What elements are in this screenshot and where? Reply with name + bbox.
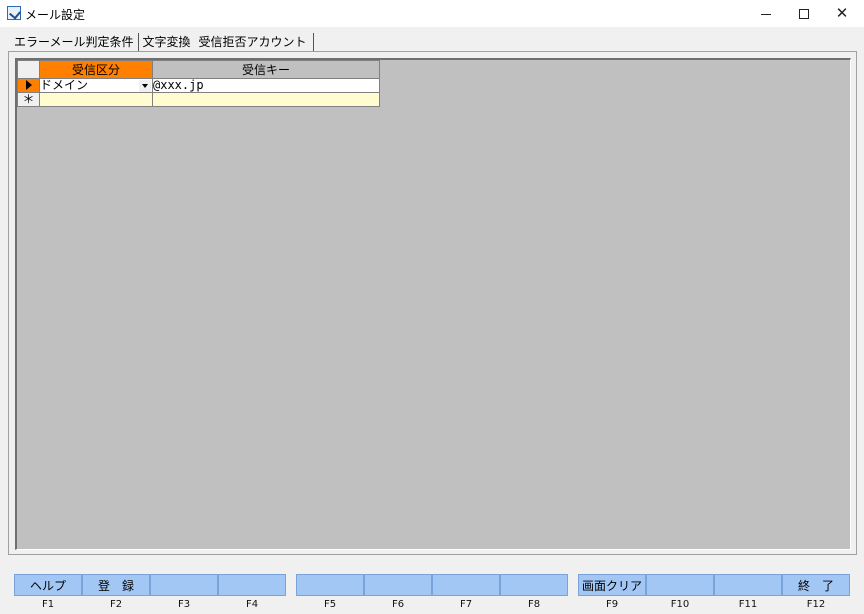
f11-button[interactable] xyxy=(714,574,782,596)
fkey-f4: F4 xyxy=(218,574,286,610)
fkey-f11: F11 xyxy=(714,574,782,610)
fkey-label: F3 xyxy=(177,599,191,610)
fkey-label: F2 xyxy=(109,599,123,610)
clear-screen-button[interactable]: 画面クリア xyxy=(578,574,646,596)
tab-panel: 受信区分 受信キー ドメイン @xxx.jp ＊ xyxy=(8,51,857,555)
new-key-cell[interactable] xyxy=(152,92,380,107)
table-row: ドメイン @xxx.jp xyxy=(17,78,380,93)
f6-button[interactable] xyxy=(364,574,432,596)
kubun-combo[interactable]: ドメイン xyxy=(39,78,153,93)
f5-button[interactable] xyxy=(296,574,364,596)
fkey-label: F7 xyxy=(459,599,473,610)
fkey-f10: F10 xyxy=(646,574,714,610)
window-title: メール設定 xyxy=(25,8,86,22)
f3-button[interactable] xyxy=(150,574,218,596)
row-selector-current[interactable] xyxy=(17,78,40,93)
fkey-f12: 終 了 F12 xyxy=(782,574,850,610)
column-header-key[interactable]: 受信キー xyxy=(152,60,380,79)
fkey-f8: F8 xyxy=(500,574,568,610)
rejected-accounts-grid: 受信区分 受信キー ドメイン @xxx.jp ＊ xyxy=(17,60,380,107)
maximize-button[interactable] xyxy=(785,0,823,27)
grid-corner[interactable] xyxy=(17,60,40,79)
close-icon: ✕ xyxy=(835,4,849,22)
f7-button[interactable] xyxy=(432,574,500,596)
f10-button[interactable] xyxy=(646,574,714,596)
dropdown-button[interactable] xyxy=(139,80,151,92)
new-kubun-cell[interactable] xyxy=(39,92,153,107)
minimize-button[interactable] xyxy=(747,0,785,27)
fkey-label: F1 xyxy=(41,599,55,610)
fkey-f7: F7 xyxy=(432,574,500,610)
tab-rejected-accounts[interactable]: 受信拒否アカウント xyxy=(195,33,314,51)
tab-strip: エラーメール判定条件 文字変換 受信拒否アカウント xyxy=(10,33,314,51)
fkey-f3: F3 xyxy=(150,574,218,610)
tab-error-mail-conditions[interactable]: エラーメール判定条件 xyxy=(10,33,139,51)
fkey-label: F10 xyxy=(670,599,690,610)
register-button[interactable]: 登 録 xyxy=(82,574,150,596)
fkey-label: F6 xyxy=(391,599,405,610)
maximize-icon xyxy=(799,8,809,19)
new-record-icon[interactable]: ＊ xyxy=(17,92,40,107)
fkey-label: F5 xyxy=(323,599,337,610)
fkey-label: F11 xyxy=(738,599,758,610)
fkey-f5: F5 xyxy=(296,574,364,610)
f8-button[interactable] xyxy=(500,574,568,596)
minimize-icon xyxy=(761,14,771,15)
kubun-value: ドメイン xyxy=(40,78,89,92)
fkey-f6: F6 xyxy=(364,574,432,610)
fkey-f1: ヘルプ F1 xyxy=(14,574,82,610)
title-bar: メール設定 ✕ xyxy=(0,0,864,27)
current-record-icon xyxy=(25,80,32,90)
close-button[interactable]: ✕ xyxy=(823,0,861,27)
help-button[interactable]: ヘルプ xyxy=(14,574,82,596)
datasheet-area: 受信区分 受信キー ドメイン @xxx.jp ＊ xyxy=(15,58,851,550)
column-header-kubun[interactable]: 受信区分 xyxy=(39,60,153,79)
fkey-label: F12 xyxy=(806,599,826,610)
tab-character-conversion[interactable]: 文字変換 xyxy=(139,33,195,51)
fkey-label: F4 xyxy=(245,599,259,610)
fkey-label: F8 xyxy=(527,599,541,610)
f4-button[interactable] xyxy=(218,574,286,596)
fkey-f2: 登 録 F2 xyxy=(82,574,150,610)
key-field[interactable]: @xxx.jp xyxy=(152,78,380,93)
fkey-f9: 画面クリア F9 xyxy=(578,574,646,610)
app-icon xyxy=(7,6,21,20)
fkey-label: F9 xyxy=(605,599,619,610)
chevron-down-icon xyxy=(142,84,148,88)
exit-button[interactable]: 終 了 xyxy=(782,574,850,596)
new-record-row: ＊ xyxy=(17,92,380,107)
